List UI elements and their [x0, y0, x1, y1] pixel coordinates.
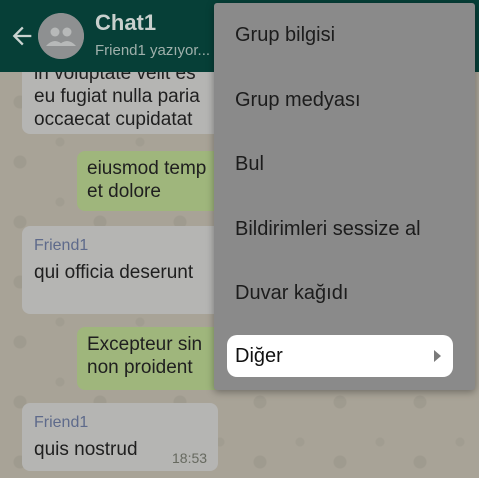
message-bubble[interactable]: Excepteur sin non proident — [77, 327, 237, 390]
typing-status: Friend1 yazıyor... — [95, 42, 211, 59]
message-text: eu fugiat nulla paria — [34, 86, 200, 107]
menu-item-label: Bul — [235, 152, 264, 175]
menu-item-label: Bildirimleri sessize al — [235, 217, 421, 240]
group-avatar-icon[interactable] — [38, 13, 84, 59]
overflow-menu: Grup bilgisi Grup medyası Bul Bildirimle… — [214, 3, 475, 390]
menu-item-more[interactable]: Diğer — [227, 335, 453, 377]
chevron-right-icon — [434, 350, 441, 362]
message-bubble[interactable]: Friend1 qui officia deserunt — [22, 226, 232, 314]
message-text: qui officia deserunt — [34, 262, 194, 283]
menu-item-label: Diğer — [235, 344, 283, 367]
menu-item-search[interactable]: Bul — [214, 132, 475, 196]
menu-item-label: Duvar kağıdı — [235, 281, 349, 304]
sender-name: Friend1 — [34, 414, 89, 431]
menu-item-label: Grup medyası — [235, 88, 361, 111]
message-timestamp: 18:53 — [172, 450, 208, 466]
menu-item-group-media[interactable]: Grup medyası — [214, 68, 475, 132]
menu-item-group-info[interactable]: Grup bilgisi — [214, 3, 475, 67]
arrow-left-icon[interactable] — [8, 22, 36, 50]
menu-item-wallpaper[interactable]: Duvar kağıdı — [214, 261, 475, 325]
message-text: in voluptate velit es — [34, 72, 196, 84]
message-bubble[interactable]: in voluptate velit es eu fugiat nulla pa… — [22, 72, 232, 134]
message-text: occaecat cupidatat — [34, 109, 193, 130]
chat-title[interactable]: Chat1 — [95, 10, 156, 36]
message-bubble[interactable]: Friend1 quis nostrud 18:53 — [22, 403, 218, 471]
sender-name: Friend1 — [34, 237, 89, 254]
message-bubble[interactable]: eiusmod temp et dolore — [77, 151, 237, 211]
menu-item-mute-notifications[interactable]: Bildirimleri sessize al — [214, 197, 475, 261]
menu-item-label: Grup bilgisi — [235, 23, 336, 46]
